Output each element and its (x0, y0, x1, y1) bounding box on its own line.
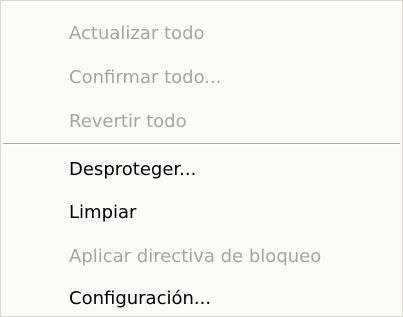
menu-item-aplicar-directiva-de-bloqueo: Aplicar directiva de bloqueo (1, 238, 402, 276)
menu-item-label: Confirmar todo... (69, 67, 222, 88)
menu-separator (3, 143, 400, 145)
menu-item-limpiar[interactable]: Limpiar (1, 194, 402, 232)
menu-item-label: Desproteger... (69, 159, 197, 180)
menu-item-configuracion[interactable]: Configuración... (1, 280, 402, 317)
menu-item-label: Limpiar (69, 202, 137, 223)
menu-item-label: Actualizar todo (69, 23, 205, 44)
menu-item-label: Configuración... (69, 288, 212, 309)
menu-item-label: Revertir todo (69, 111, 187, 132)
context-menu: Actualizar todo Confirmar todo... Revert… (0, 0, 403, 317)
menu-item-actualizar-todo: Actualizar todo (1, 15, 402, 53)
menu-item-label: Aplicar directiva de bloqueo (69, 246, 322, 267)
menu-item-confirmar-todo: Confirmar todo... (1, 59, 402, 97)
menu-item-desproteger[interactable]: Desproteger... (1, 151, 402, 189)
menu-item-revertir-todo: Revertir todo (1, 103, 402, 141)
